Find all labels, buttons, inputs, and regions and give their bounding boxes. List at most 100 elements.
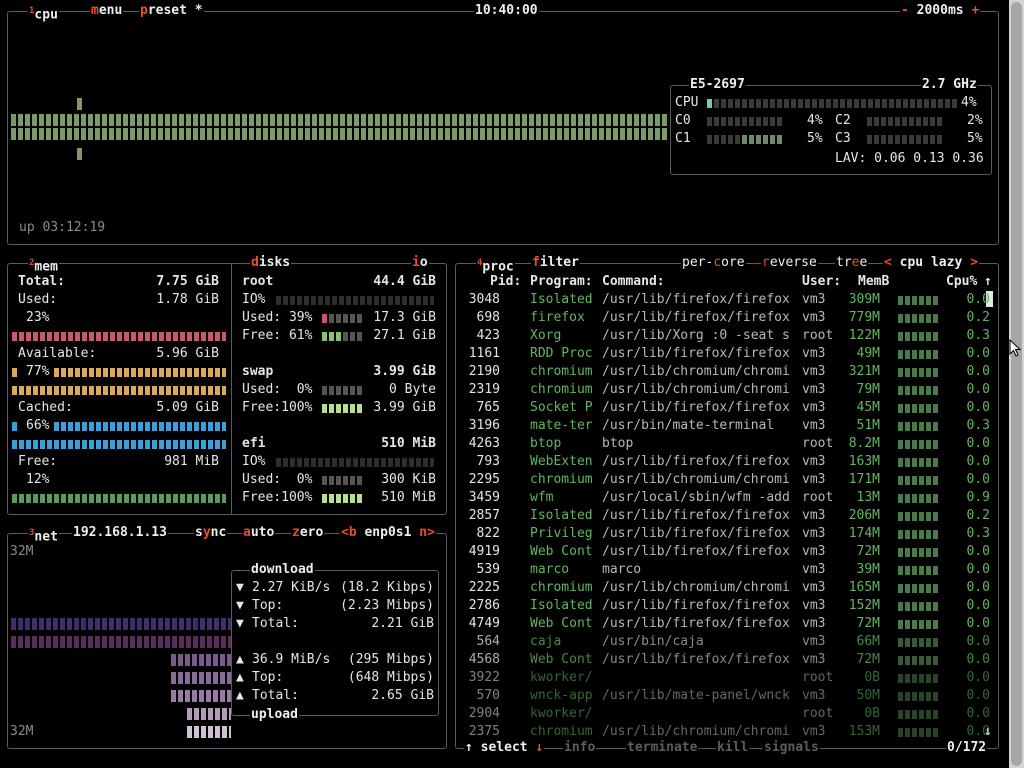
mem-box: 2mem disks io Total: 7.75 GiB Used: 1.78… (7, 255, 447, 515)
process-user: vm3 (802, 688, 826, 703)
process-pid: 4749 (468, 616, 500, 631)
disk-efi-free-value: 510 MiB (381, 490, 436, 505)
footer-terminate[interactable]: terminate (626, 740, 699, 756)
interval-control[interactable]: - 2000ms + (900, 3, 981, 19)
process-cpu-graph (898, 368, 938, 377)
header-command[interactable]: Command: (602, 274, 665, 290)
header-program[interactable]: Program: (530, 274, 593, 290)
process-user: vm3 (802, 562, 826, 577)
process-row[interactable]: 539 marco marco vm3 39M 0.0 (456, 561, 996, 579)
process-cpu: 0.0 (966, 544, 990, 559)
process-user: vm3 (802, 616, 826, 631)
process-row[interactable]: 2375 chromium/usr/lib/chromium/chromi vm3 1… (456, 723, 996, 741)
reverse-toggle[interactable]: reverse (761, 255, 818, 271)
core-c3-label: C3 (835, 131, 851, 146)
process-row[interactable]: 4263 btop btop root 8.2M 0.0 (456, 435, 996, 453)
process-row[interactable]: 2319 chromium/usr/lib/chromium/chromi vm3 7… (456, 381, 996, 399)
net-interface-selector[interactable]: <b enp0s1 n> (340, 525, 436, 541)
process-row[interactable]: 4919 Web Cont/usr/lib/firefox/firefox vm3 7… (456, 543, 996, 561)
process-program: Isolated (530, 598, 593, 613)
process-program: Isolated (530, 508, 593, 523)
process-mem: 321M (848, 364, 880, 379)
process-row[interactable]: 3922 kworker/root 0B 0.0 (456, 669, 996, 687)
mem-free-value: 981 MiB (164, 454, 219, 469)
preset-button[interactable]: preset * (139, 3, 204, 19)
header-user[interactable]: User: (802, 274, 841, 290)
process-row[interactable]: 3048 Isolated/usr/lib/firefox/firefox vm3 3… (456, 291, 996, 309)
process-command: /usr/lib/firefox/firefox (602, 346, 790, 361)
footer-kill[interactable]: kill (716, 740, 750, 756)
process-cpu: 0.0 (966, 616, 990, 631)
process-row[interactable]: 4749 Web Cont/usr/lib/firefox/firefox vm3 7… (456, 615, 996, 633)
proc-scroll-up[interactable]: ↑ (984, 274, 992, 290)
header-cpu[interactable]: Cpu% (946, 274, 977, 290)
net-auto-toggle[interactable]: auto (242, 525, 276, 541)
process-row[interactable]: 2190 chromium/usr/lib/chromium/chromi vm3 3… (456, 363, 996, 381)
process-cpu: 0.3 (966, 328, 990, 343)
proc-filter-button[interactable]: filter (531, 255, 580, 271)
process-cpu-graph (898, 296, 938, 305)
process-row[interactable]: 765 Socket P/usr/lib/firefox/firefox vm3 45… (456, 399, 996, 417)
process-row[interactable]: 822 Privileg/usr/lib/firefox/firefox vm3 17… (456, 525, 996, 543)
process-cpu: 0.0 (966, 562, 990, 577)
sort-selector[interactable]: < cpu lazy > (883, 255, 979, 271)
footer-info[interactable]: info (563, 740, 597, 756)
mem-available-mark (12, 368, 17, 377)
process-pid: 2190 (468, 364, 500, 379)
disk-swap-used-value: 0 Byte (389, 382, 436, 397)
process-row[interactable]: 4568 Web Cont/usr/lib/firefox/firefox vm3 7… (456, 651, 996, 669)
process-cpu-graph (898, 530, 938, 539)
process-row[interactable]: 698 firefox/usr/lib/firefox/firefox vm3 779… (456, 309, 996, 327)
process-row[interactable]: 2904 kworker/root 0B 0.0 (456, 705, 996, 723)
footer-signals[interactable]: signals (763, 740, 820, 756)
process-command: /usr/lib/chromium/chromi (602, 580, 790, 595)
process-cpu: 0.0 (966, 580, 990, 595)
per-core-toggle[interactable]: per-core (681, 255, 746, 271)
process-row[interactable]: 2225 chromium/usr/lib/chromium/chromi vm3 1… (456, 579, 996, 597)
disk-efi-size: 510 MiB (381, 436, 436, 451)
net-box: 3net 192.168.1.13 sync auto zero <b enp0… (7, 525, 447, 749)
disk-efi-free-meter (322, 494, 362, 503)
process-row[interactable]: 3196 mate-ter/usr/bin/mate-terminal vm3 51M… (456, 417, 996, 435)
process-mem: 0B (864, 670, 880, 685)
process-row[interactable]: 2857 Isolated/usr/lib/firefox/firefox vm3 2… (456, 507, 996, 525)
process-mem: 39M (856, 562, 880, 577)
process-command: /usr/lib/firefox/firefox (602, 454, 790, 469)
window-scrollbar[interactable] (1009, 0, 1024, 768)
window-scrollbar-thumb[interactable] (1011, 2, 1022, 766)
process-user: vm3 (802, 454, 826, 469)
tree-toggle[interactable]: tree (835, 255, 869, 271)
process-pid: 2375 (468, 724, 500, 739)
process-row[interactable]: 423 Xorg/usr/lib/Xorg :0 -seat s root 122M 0… (456, 327, 996, 345)
process-cpu-graph (898, 332, 938, 341)
net-sync-toggle[interactable]: sync (194, 525, 228, 541)
process-row[interactable]: 1161 RDD Proc/usr/lib/firefox/firefox vm3 4… (456, 345, 996, 363)
process-cpu-graph (898, 512, 938, 521)
process-cpu: 0.0 (966, 598, 990, 613)
mem-used-value: 1.78 GiB (156, 292, 219, 307)
upload-rate: 36.9 MiB/s (252, 652, 331, 667)
process-row[interactable]: 3459 wfm/usr/local/sbin/wfm -add root 13M 0.… (456, 489, 996, 507)
process-program: caja (530, 634, 562, 649)
mem-cached-bar-top (54, 422, 226, 431)
process-mem: 50M (856, 688, 880, 703)
process-row[interactable]: 564 caja/usr/bin/caja vm3 66M 0.0 (456, 633, 996, 651)
process-row[interactable]: 793 WebExten/usr/lib/firefox/firefox vm3 16… (456, 453, 996, 471)
process-user: root (802, 436, 834, 451)
process-mem: 8.2M (848, 436, 880, 451)
net-zero-button[interactable]: zero (291, 525, 325, 541)
process-program: wnck-app (530, 688, 593, 703)
process-program: marco (530, 562, 570, 577)
footer-select[interactable]: ↑ select ↓ (464, 740, 545, 756)
process-row[interactable]: 2786 Isolated/usr/lib/firefox/firefox vm3 1… (456, 597, 996, 615)
menu-button[interactable]: menu (90, 3, 124, 19)
process-pid: 4263 (468, 436, 500, 451)
header-mem[interactable]: MemB (858, 274, 889, 290)
process-row[interactable]: 570 wnck-app/usr/lib/mate-panel/wnck vm3 50… (456, 687, 996, 705)
clock: 10:40:00 (474, 3, 539, 19)
process-user: vm3 (802, 346, 826, 361)
io-toggle[interactable]: io (411, 255, 429, 271)
header-pid[interactable]: Pid: (490, 274, 521, 290)
process-row[interactable]: 2295 chromium/usr/lib/chromium/chromi vm3 1… (456, 471, 996, 489)
upload-total-arrow: ▲ (236, 688, 244, 703)
